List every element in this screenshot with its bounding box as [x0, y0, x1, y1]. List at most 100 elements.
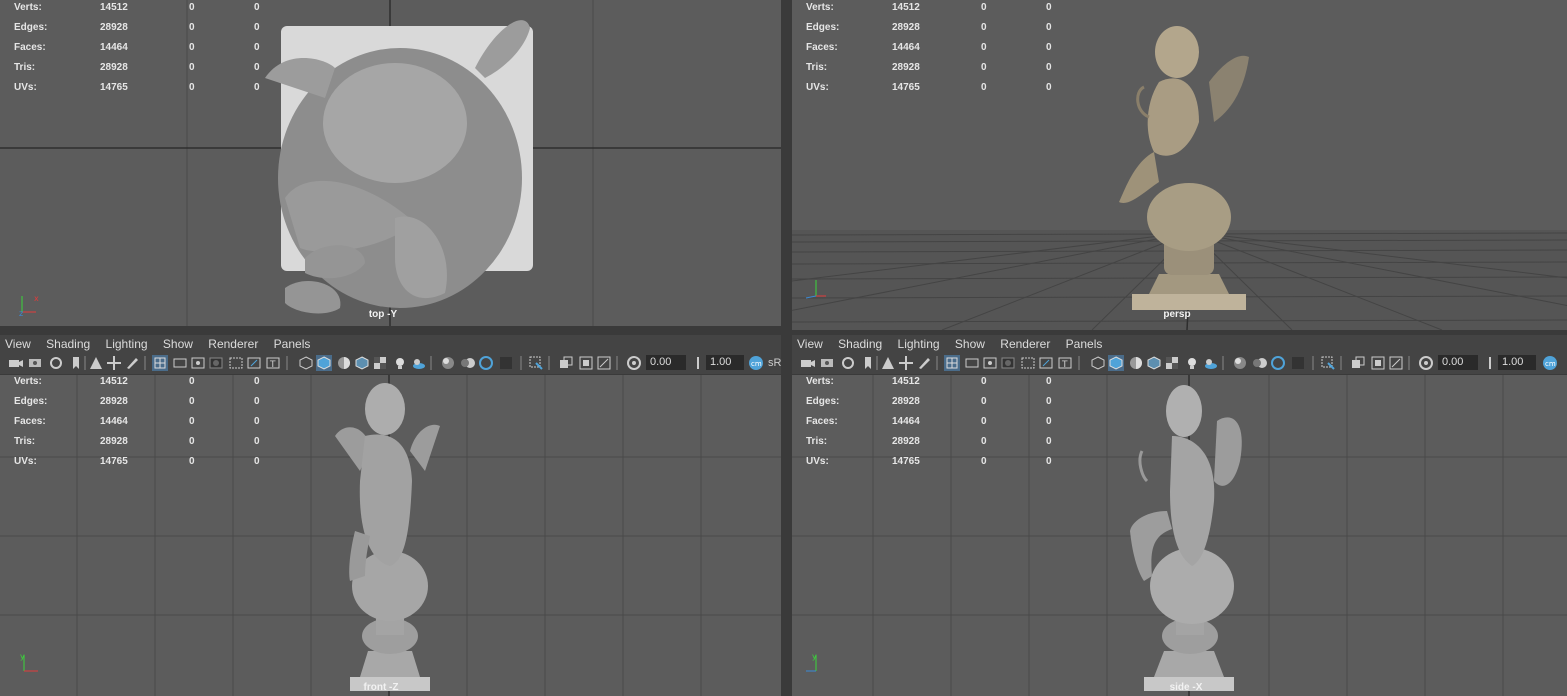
camera-label: top -Y	[368, 309, 398, 320]
camera-icon[interactable]	[800, 355, 816, 371]
menu-shading[interactable]: Shading	[838, 337, 882, 351]
viewport-persp[interactable]: Verts: 14512 0 0 Edges: 28928 0 0 Faces: 14464 0…	[792, 0, 1567, 330]
xray-icon[interactable]	[558, 355, 574, 371]
xray-joints-icon[interactable]	[596, 355, 612, 371]
menu-renderer[interactable]: Renderer	[208, 337, 258, 351]
grid-icon[interactable]	[152, 355, 168, 371]
menu-view[interactable]: View	[797, 337, 823, 351]
smooth-shade-icon[interactable]	[1108, 355, 1124, 371]
film-gate-icon[interactable]	[964, 355, 980, 371]
field-chart-icon[interactable]	[1020, 355, 1036, 371]
menu-panels[interactable]: Panels	[1066, 337, 1103, 351]
wireframe-on-shaded-icon[interactable]	[1146, 355, 1162, 371]
safe-action-icon[interactable]	[246, 355, 262, 371]
exposure-field[interactable]: 0.00	[1438, 355, 1478, 370]
isolate-select-icon[interactable]	[1320, 355, 1336, 371]
gamma-field[interactable]: 1.00	[706, 355, 744, 370]
wireframe-on-shaded-icon[interactable]	[354, 355, 370, 371]
menu-lighting[interactable]: Lighting	[106, 337, 148, 351]
viewport-top[interactable]: Verts: 14512 0 0 Edges: 28928 0 0 Faces: 14464 0…	[0, 0, 781, 326]
motion-blur-icon[interactable]	[1252, 355, 1268, 371]
default-material-icon[interactable]	[336, 355, 352, 371]
menu-show[interactable]: Show	[163, 337, 193, 351]
model-front-statue[interactable]	[330, 381, 450, 693]
grid-icon[interactable]	[944, 355, 960, 371]
smooth-shade-icon[interactable]	[316, 355, 332, 371]
viewport-front[interactable]: Verts: 14512 0 0 Edges: 28928 0 0 Faces: 14464 0…	[0, 375, 781, 696]
separator	[1222, 356, 1224, 370]
safe-action-icon[interactable]	[1038, 355, 1054, 371]
depth-of-field-icon[interactable]	[498, 355, 514, 371]
grease-pencil-icon[interactable]	[124, 355, 140, 371]
gamma-field[interactable]: 1.00	[1498, 355, 1536, 370]
model-side-statue[interactable]	[1122, 381, 1252, 693]
gamma-icon[interactable]	[690, 355, 706, 371]
camera-icon[interactable]	[8, 355, 24, 371]
textured-icon[interactable]	[1164, 355, 1180, 371]
exposure-field[interactable]: 0.00	[646, 355, 686, 370]
gate-mask-icon[interactable]	[208, 355, 224, 371]
default-material-icon[interactable]	[1128, 355, 1144, 371]
camera-attr-icon[interactable]	[820, 355, 836, 371]
resolution-gate-icon[interactable]	[982, 355, 998, 371]
screen-space-ao-icon[interactable]	[440, 355, 456, 371]
camera-attr-icon[interactable]	[28, 355, 44, 371]
film-gate-icon[interactable]	[172, 355, 188, 371]
color-management-icon[interactable]: cm	[1542, 355, 1558, 371]
menu-shading[interactable]: Shading	[46, 337, 90, 351]
model-top-silhouette[interactable]	[245, 8, 545, 323]
exposure-icon[interactable]	[626, 355, 642, 371]
textured-icon[interactable]	[372, 355, 388, 371]
gate-mask-icon[interactable]	[1000, 355, 1016, 371]
exposure-icon[interactable]	[1418, 355, 1434, 371]
lights-icon[interactable]	[1184, 355, 1200, 371]
menu-view[interactable]: View	[5, 337, 31, 351]
wireframe-icon[interactable]	[298, 355, 314, 371]
anti-aliasing-icon[interactable]	[1270, 355, 1286, 371]
image-plane-icon[interactable]	[88, 355, 104, 371]
separator	[1312, 356, 1314, 370]
screen-space-ao-icon[interactable]	[1232, 355, 1248, 371]
safe-title-icon[interactable]: T	[1057, 355, 1073, 371]
camera-label: persp	[1163, 309, 1191, 320]
depth-of-field-icon[interactable]	[1290, 355, 1306, 371]
model-persp-statue[interactable]	[1114, 12, 1264, 312]
bookmark-icon[interactable]	[68, 355, 84, 371]
xray-active-components-icon[interactable]	[578, 355, 594, 371]
separator	[1408, 356, 1410, 370]
isolate-select-icon[interactable]	[528, 355, 544, 371]
motion-blur-icon[interactable]	[460, 355, 476, 371]
xray-active-components-icon[interactable]	[1370, 355, 1386, 371]
separator	[616, 356, 618, 370]
xray-icon[interactable]	[1350, 355, 1366, 371]
menu-panels[interactable]: Panels	[274, 337, 311, 351]
lights-icon[interactable]	[392, 355, 408, 371]
lock-camera-icon[interactable]	[840, 355, 856, 371]
color-space-label[interactable]: sR	[768, 355, 781, 371]
lock-camera-icon[interactable]	[48, 355, 64, 371]
axis-gizmo	[805, 280, 826, 299]
color-management-icon[interactable]: cm	[748, 355, 764, 371]
axis-gizmo: y	[20, 652, 38, 672]
menu-lighting[interactable]: Lighting	[898, 337, 940, 351]
viewport-side[interactable]: Verts: 14512 0 0 Edges: 28928 0 0 Faces: 14464 0…	[792, 375, 1567, 696]
image-plane-icon[interactable]	[880, 355, 896, 371]
separator	[1340, 356, 1342, 370]
grease-pencil-icon[interactable]	[916, 355, 932, 371]
shadows-icon[interactable]	[410, 355, 426, 371]
menu-show[interactable]: Show	[955, 337, 985, 351]
gamma-icon[interactable]	[1482, 355, 1498, 371]
svg-text:cm: cm	[751, 360, 762, 368]
field-chart-icon[interactable]	[228, 355, 244, 371]
2d-pan-icon[interactable]	[898, 355, 914, 371]
bookmark-icon[interactable]	[860, 355, 876, 371]
2d-pan-icon[interactable]	[106, 355, 122, 371]
wireframe-icon[interactable]	[1090, 355, 1106, 371]
safe-title-icon[interactable]: T	[265, 355, 281, 371]
menu-renderer[interactable]: Renderer	[1000, 337, 1050, 351]
separator	[144, 356, 146, 370]
anti-aliasing-icon[interactable]	[478, 355, 494, 371]
shadows-icon[interactable]	[1202, 355, 1218, 371]
resolution-gate-icon[interactable]	[190, 355, 206, 371]
xray-joints-icon[interactable]	[1388, 355, 1404, 371]
